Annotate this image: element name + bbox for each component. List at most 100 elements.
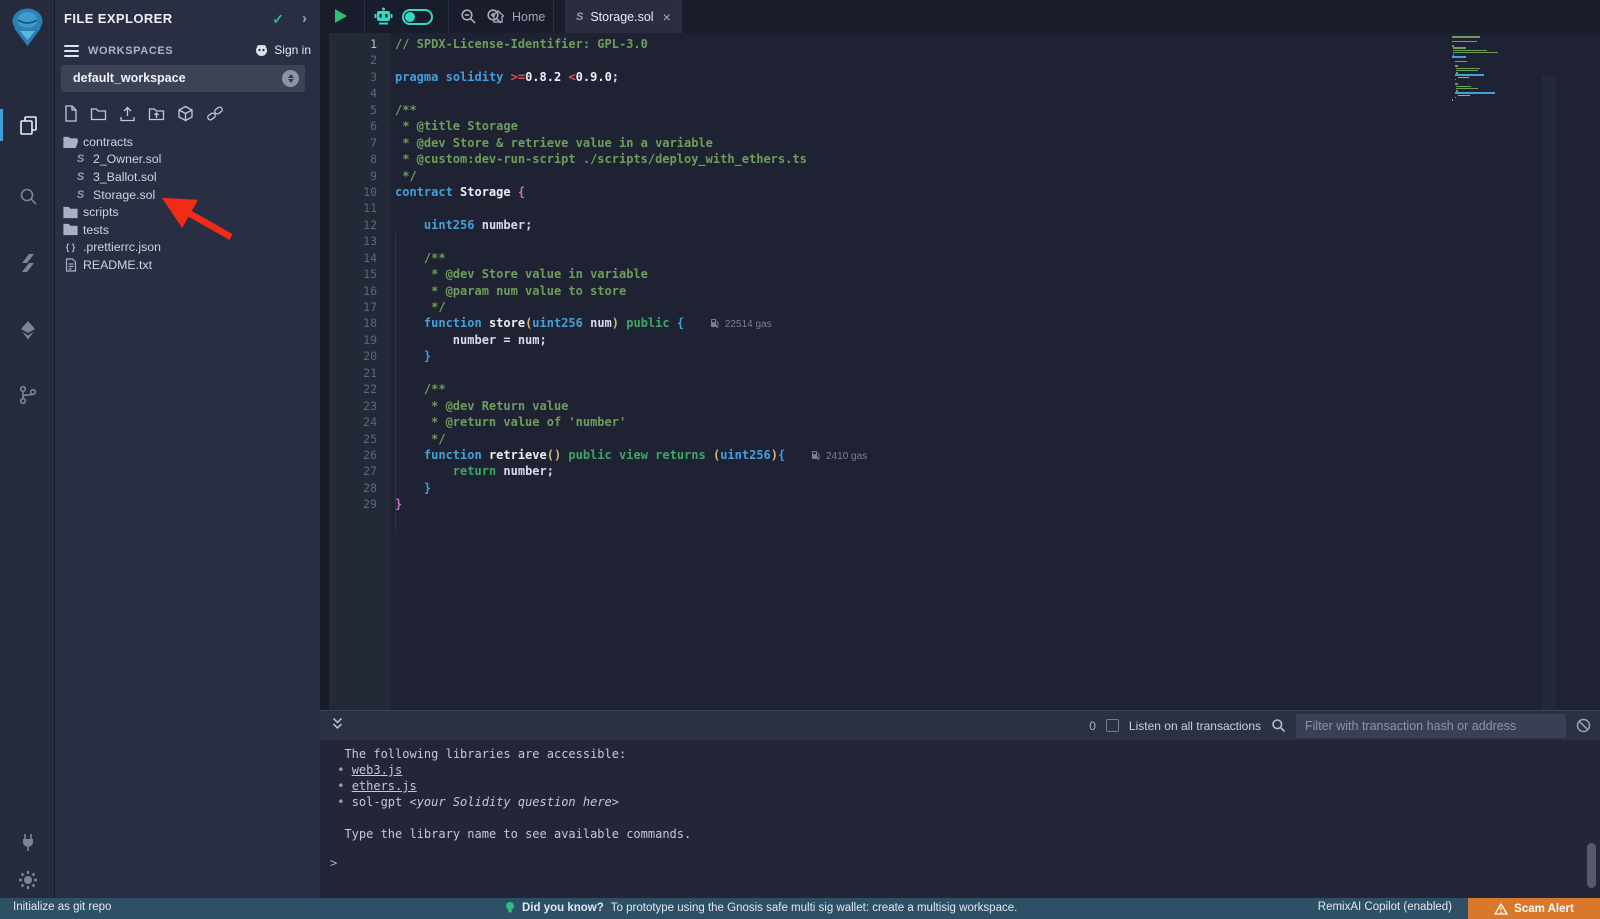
terminal-collapse-button[interactable] <box>331 717 344 735</box>
code-line[interactable] <box>395 200 1450 216</box>
code-line[interactable]: function store(uint256 num) public { 225… <box>395 315 1450 331</box>
line-number: 6 <box>320 118 377 134</box>
code-line[interactable]: /** <box>395 250 1450 266</box>
link-icon[interactable] <box>206 105 224 122</box>
tab-storage-sol[interactable]: S Storage.sol × <box>565 0 682 33</box>
folder-icon <box>63 206 78 219</box>
expand-chevron-icon[interactable]: › <box>302 10 307 27</box>
terminal-line: Type the library name to see available c… <box>330 826 691 842</box>
copilot-toggle[interactable] <box>402 9 433 25</box>
file-tree-item-contracts[interactable]: contracts <box>55 133 320 151</box>
scam-alert-label: Scam Alert <box>1514 903 1574 915</box>
file-tree-item-scripts[interactable]: scripts <box>55 203 320 221</box>
new-folder-button[interactable] <box>90 105 107 122</box>
init-git-repo-button[interactable]: Initialize as git repo <box>13 901 111 913</box>
line-number: 10 <box>320 184 377 200</box>
tab-bar: Home S Storage.sol × <box>320 0 1600 33</box>
terminal[interactable]: The following libraries are accessible: … <box>320 740 1600 898</box>
file-explorer-icon <box>17 114 39 136</box>
line-number: 7 <box>320 135 377 151</box>
terminal-link[interactable]: ethers.js <box>352 779 417 793</box>
hamburger-menu-icon[interactable] <box>64 45 79 60</box>
code-line[interactable]: * @dev Return value <box>395 398 1450 414</box>
code-line[interactable]: /** <box>395 381 1450 397</box>
code-line[interactable] <box>395 85 1450 101</box>
sidebar-item-search[interactable] <box>0 178 55 214</box>
zoom-out-icon <box>460 8 477 25</box>
file-tree-item-2-owner-sol[interactable]: S2_Owner.sol <box>55 151 320 169</box>
dropdown-toggle-icon[interactable] <box>282 70 299 87</box>
run-script-button[interactable] <box>335 9 347 23</box>
panel-title: FILE EXPLORER <box>64 11 173 26</box>
code-line[interactable]: uint256 number; <box>395 217 1450 233</box>
line-number: 9 <box>320 168 377 184</box>
cube-icon[interactable] <box>177 105 194 122</box>
sidebar-item-settings[interactable] <box>0 862 55 898</box>
code-line[interactable]: */ <box>395 431 1450 447</box>
zoom-out-button[interactable] <box>460 8 477 30</box>
sidebar-item-file-explorer[interactable] <box>0 107 55 143</box>
code-line[interactable] <box>395 52 1450 68</box>
file-name: 2_Owner.sol <box>93 152 161 166</box>
github-icon <box>254 43 269 57</box>
sidebar-item-deploy-and-run[interactable] <box>0 312 55 348</box>
code-line[interactable]: return number; <box>395 463 1450 479</box>
code-line[interactable]: } <box>395 496 1450 512</box>
code-line[interactable]: * @param num value to store <box>395 283 1450 299</box>
upload-folder-button[interactable] <box>148 105 165 122</box>
code-line[interactable]: pragma solidity >=0.8.2 <0.9.0; <box>395 69 1450 85</box>
tab-home[interactable]: Home <box>480 0 556 33</box>
solidity-compiler-icon <box>18 253 38 273</box>
line-number: 27 <box>320 463 377 479</box>
ai-copilot-robot-icon[interactable] <box>373 7 394 31</box>
code-line[interactable]: // SPDX-License-Identifier: GPL-3.0 <box>395 36 1450 52</box>
line-number: 13 <box>320 233 377 249</box>
listen-checkbox[interactable] <box>1106 719 1119 732</box>
active-indicator <box>0 109 3 141</box>
code-line[interactable]: /** <box>395 102 1450 118</box>
code-area[interactable]: // SPDX-License-Identifier: GPL-3.0 pragm… <box>395 36 1450 513</box>
code-editor[interactable]: 1234567891011121314151617181920212223242… <box>320 33 1600 710</box>
file-tree-item-readme-txt[interactable]: README.txt <box>55 256 320 274</box>
sidebar-item-solidity-compiler[interactable] <box>0 245 55 281</box>
line-number: 23 <box>320 398 377 414</box>
file-tree-item-tests[interactable]: tests <box>55 221 320 239</box>
code-line[interactable] <box>395 365 1450 381</box>
upload-file-button[interactable] <box>119 105 136 122</box>
code-line[interactable]: } <box>395 480 1450 496</box>
code-line[interactable]: * @title Storage <box>395 118 1450 134</box>
code-line[interactable]: number = num; <box>395 332 1450 348</box>
status-bar: Initialize as git repo Did you know? To … <box>0 898 1600 919</box>
close-tab-icon[interactable]: × <box>663 9 671 25</box>
sidebar-item-git[interactable] <box>0 377 55 413</box>
code-line[interactable] <box>395 233 1450 249</box>
terminal-scrollbar-thumb[interactable] <box>1587 843 1596 888</box>
new-file-button[interactable] <box>63 105 78 122</box>
file-tree-item-storage-sol[interactable]: SStorage.sol <box>55 186 320 204</box>
terminal-prompt[interactable]: > <box>330 856 337 870</box>
code-line[interactable]: */ <box>395 168 1450 184</box>
code-line[interactable]: function retrieve() public view returns … <box>395 447 1450 463</box>
workspace-dropdown[interactable]: default_workspace <box>61 65 305 92</box>
terminal-link[interactable]: web3.js <box>352 763 403 777</box>
remix-logo[interactable] <box>7 6 48 50</box>
scam-alert-badge[interactable]: Scam Alert <box>1468 898 1600 919</box>
sign-in-button[interactable]: Sign in <box>254 43 311 57</box>
code-line[interactable]: */ <box>395 299 1450 315</box>
code-line[interactable]: } <box>395 348 1450 364</box>
editor-minimap[interactable] <box>1452 36 1544 101</box>
terminal-toolbar: 0 Listen on all transactions <box>320 710 1600 740</box>
code-line[interactable]: * @custom:dev-run-script ./scripts/deplo… <box>395 151 1450 167</box>
file-tree-item-3-ballot-sol[interactable]: S3_Ballot.sol <box>55 168 320 186</box>
clear-console-icon[interactable] <box>1576 718 1591 733</box>
lightbulb-icon <box>505 901 515 915</box>
search-icon <box>18 186 38 206</box>
editor-scrollbar[interactable] <box>1542 75 1556 710</box>
file-tree-item--prettierrc-json[interactable]: { }.prettierrc.json <box>55 239 320 257</box>
filter-input[interactable] <box>1296 714 1566 738</box>
sidebar-item-plugin-manager[interactable] <box>0 824 55 860</box>
code-line[interactable]: * @return value of 'number' <box>395 414 1450 430</box>
code-line[interactable]: contract Storage { <box>395 184 1450 200</box>
code-line[interactable]: * @dev Store value in variable <box>395 266 1450 282</box>
code-line[interactable]: * @dev Store & retrieve value in a varia… <box>395 135 1450 151</box>
